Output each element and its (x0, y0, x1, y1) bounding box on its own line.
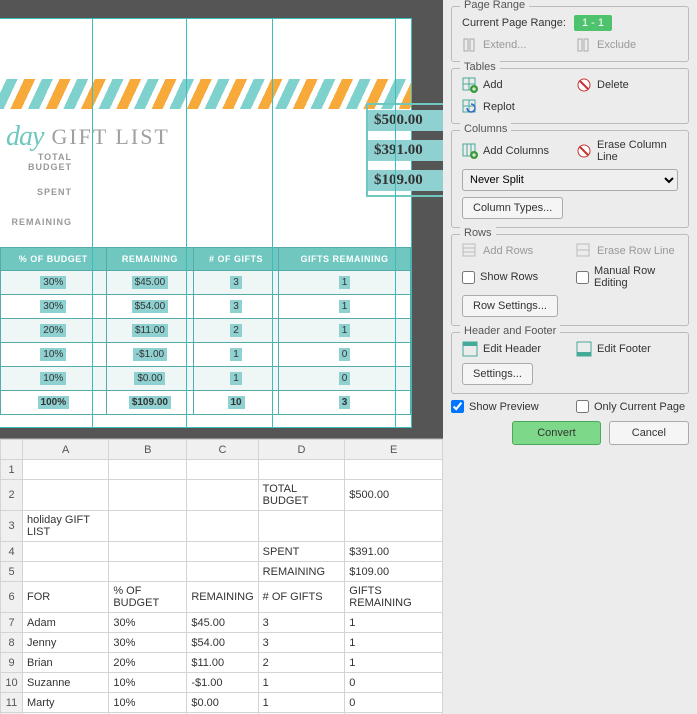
col-remaining: REMAINING (106, 248, 194, 271)
add-columns-icon (462, 143, 478, 159)
preview-table: % OF BUDGET REMAINING # OF GIFTS GIFTS R… (0, 247, 411, 415)
columns-title: Columns (460, 123, 511, 135)
erase-row-button[interactable]: Erase Row Line (576, 243, 678, 259)
tables-title: Tables (460, 61, 500, 73)
rows-group: Rows Add Rows Erase Row Line Show Rows M… (451, 234, 689, 326)
table-row: 20%$11.0021 (1, 319, 411, 343)
table-row: 100%$109.00103 (1, 391, 411, 415)
col-pct: % OF BUDGET (1, 248, 107, 271)
current-range-value: 1 - 1 (574, 15, 612, 31)
edit-header-button[interactable]: Edit Header (462, 341, 564, 357)
table-row: 10%-$1.0010 (1, 343, 411, 367)
add-rows-icon (462, 243, 478, 259)
manual-row-checkbox[interactable]: Manual Row Editing (576, 265, 678, 289)
col-header[interactable]: D (258, 440, 345, 460)
header-footer-group: Header and Footer Edit Header Edit Foote… (451, 332, 689, 394)
table-add-icon (462, 77, 478, 93)
header-icon (462, 341, 478, 357)
column-types-button[interactable]: Column Types... (462, 197, 563, 219)
convert-button[interactable]: Convert (512, 421, 601, 445)
page-range-group: Page Range Current Page Range: 1 - 1 Ext… (451, 6, 689, 62)
table-row: 30%$45.0031 (1, 271, 411, 295)
spreadsheet-preview: A B C D E 1 2TOTAL BUDGET$500.00 3holida… (0, 438, 443, 714)
replot-icon (462, 99, 478, 115)
extend-button[interactable]: Extend... (462, 37, 564, 53)
add-table-button[interactable]: Add (462, 77, 564, 93)
add-rows-button[interactable]: Add Rows (462, 243, 564, 259)
rows-title: Rows (460, 227, 496, 239)
corner-cell[interactable] (1, 440, 23, 460)
document-preview: day GIFT LIST TOTAL BUDGET SPENT REMAINI… (0, 0, 443, 438)
row-settings-button[interactable]: Row Settings... (462, 295, 558, 317)
total-budget-label: TOTAL BUDGET (0, 152, 80, 172)
hf-settings-button[interactable]: Settings... (462, 363, 533, 385)
footer-icon (576, 341, 592, 357)
spent-value: $391.00 (368, 140, 443, 161)
erase-column-icon (576, 143, 592, 159)
col-gifts-remaining: GIFTS REMAINING (278, 248, 410, 271)
page-range-title: Page Range (460, 0, 529, 11)
show-rows-checkbox[interactable]: Show Rows (462, 271, 564, 284)
tables-group: Tables Add Delete Replot (451, 68, 689, 124)
col-gifts: # OF GIFTS (194, 248, 279, 271)
remaining-value: $109.00 (368, 170, 443, 191)
col-header[interactable]: B (109, 440, 187, 460)
replot-button[interactable]: Replot (462, 99, 515, 115)
budget-box: $500.00 $391.00 $109.00 (366, 103, 443, 197)
only-current-checkbox[interactable]: Only Current Page (576, 400, 689, 413)
edit-footer-button[interactable]: Edit Footer (576, 341, 678, 357)
erase-row-icon (576, 243, 592, 259)
remaining-label: REMAINING (0, 217, 80, 227)
extend-icon (462, 37, 478, 53)
decorative-stripes (0, 79, 411, 109)
current-range-label: Current Page Range: (462, 17, 566, 29)
total-budget-value: $500.00 (368, 110, 443, 131)
show-preview-checkbox[interactable]: Show Preview (451, 400, 564, 413)
table-delete-icon (576, 77, 592, 93)
table-row: 10%$0.0010 (1, 367, 411, 391)
erase-column-button[interactable]: Erase Column Line (576, 139, 678, 163)
exclude-icon (576, 37, 592, 53)
spent-label: SPENT (0, 187, 80, 197)
col-header[interactable]: C (187, 440, 258, 460)
col-header[interactable]: E (345, 440, 443, 460)
exclude-button[interactable]: Exclude (576, 37, 678, 53)
delete-table-button[interactable]: Delete (576, 77, 678, 93)
column-split-select[interactable]: Never Split (462, 169, 678, 191)
columns-group: Columns Add Columns Erase Column Line Ne… (451, 130, 689, 228)
hf-title: Header and Footer (460, 325, 560, 337)
col-header[interactable]: A (23, 440, 109, 460)
table-row: 30%$54.0031 (1, 295, 411, 319)
cancel-button[interactable]: Cancel (609, 421, 689, 445)
add-columns-button[interactable]: Add Columns (462, 143, 564, 159)
